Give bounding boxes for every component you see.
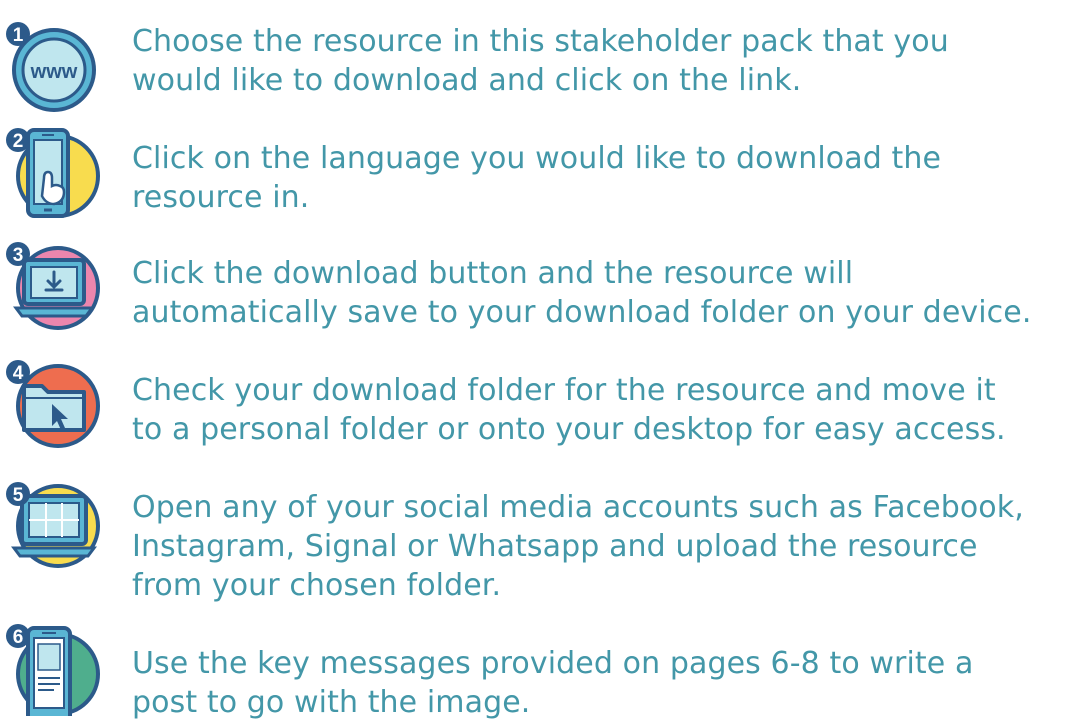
www-label: www <box>30 61 78 83</box>
step-text-line: Choose the resource in this stakeholder … <box>132 24 949 59</box>
phone-tap-icon: 2 <box>4 124 100 220</box>
step-3-text: Click the download button and the resour… <box>132 254 1062 332</box>
step-text-line: Use the key messages provided on pages 6… <box>132 646 974 681</box>
step-number: 5 <box>13 485 24 506</box>
step-number: 6 <box>13 627 24 648</box>
step-text-line: automatically save to your download fold… <box>132 295 1032 330</box>
step-text-line: to a personal folder or onto your deskto… <box>132 412 1006 447</box>
step-number: 3 <box>13 245 24 266</box>
step-text-line: Instagram, Signal or Whatsapp and upload… <box>132 529 978 564</box>
step-text-line: Check your download folder for the resou… <box>132 373 996 408</box>
step-5-text: Open any of your social media accounts s… <box>132 488 1062 605</box>
step-number: 2 <box>13 131 24 152</box>
www-globe-icon: www 1 <box>4 18 100 114</box>
laptop-download-icon: 3 <box>4 238 100 334</box>
laptop-gallery-icon: 5 <box>4 476 100 572</box>
step-number: 1 <box>13 25 24 46</box>
step-text-line: Click on the language you would like to … <box>132 141 942 176</box>
folder-cursor-icon: 4 <box>4 356 100 452</box>
step-4-text: Check your download folder for the resou… <box>132 371 1062 449</box>
step-text-line: resource in. <box>132 180 310 215</box>
step-1-text: Choose the resource in this stakeholder … <box>132 22 1062 100</box>
phone-post-icon: 6 <box>4 620 100 716</box>
step-text-line: from your chosen folder. <box>132 568 502 603</box>
step-2-text: Click on the language you would like to … <box>132 139 1062 217</box>
step-text-line: Open any of your social media accounts s… <box>132 490 1024 525</box>
step-text-line: Click the download button and the resour… <box>132 256 854 291</box>
step-text-line: post to go with the image. <box>132 685 531 720</box>
step-text-line: would like to download and click on the … <box>132 63 802 98</box>
step-number: 4 <box>13 363 24 384</box>
step-6-text: Use the key messages provided on pages 6… <box>132 644 1062 722</box>
